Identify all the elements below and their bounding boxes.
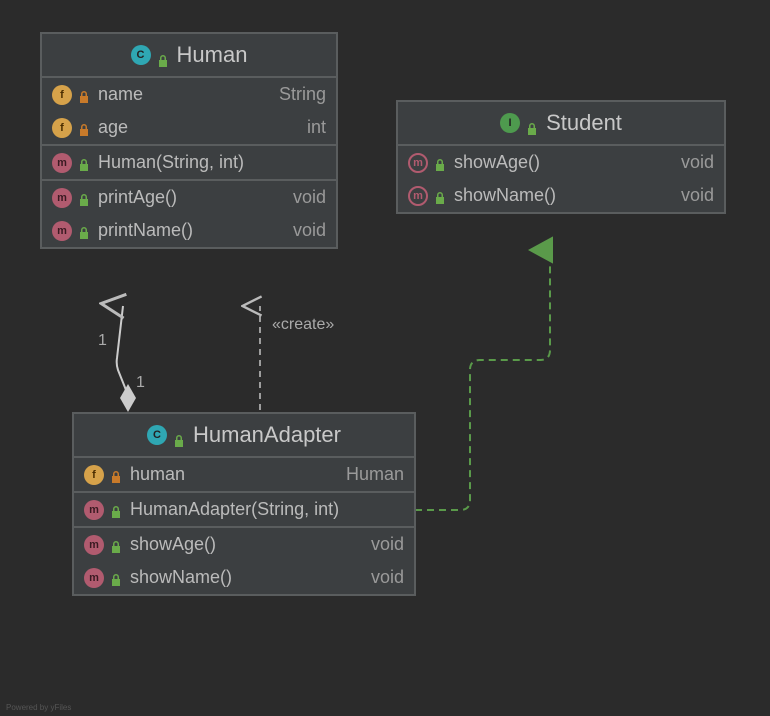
class-humanadapter-constructors: m HumanAdapter(String, int)	[74, 493, 414, 528]
class-icon: C	[131, 45, 151, 65]
lock-icon	[526, 116, 540, 130]
interface-student-header: I Student	[398, 102, 724, 146]
class-humanadapter-title: HumanAdapter	[193, 422, 341, 448]
method-icon: m	[52, 188, 72, 208]
constructor-sig: Human(String, int)	[98, 152, 244, 173]
method-icon: m	[84, 535, 104, 555]
method-row: showAge() void	[398, 146, 724, 179]
method-sig: printName()	[98, 220, 193, 241]
create-stereotype-label: «create»	[272, 316, 334, 334]
constructor-row: m Human(String, int)	[42, 146, 336, 179]
field-icon: f	[84, 465, 104, 485]
abstract-method-icon	[408, 186, 428, 206]
field-name: name	[98, 84, 143, 105]
multiplicity-label: 1	[98, 332, 107, 350]
abstract-method-icon	[408, 153, 428, 173]
lock-icon	[78, 191, 92, 205]
lock-icon	[78, 224, 92, 238]
lock-icon	[78, 121, 92, 135]
constructor-sig: HumanAdapter(String, int)	[130, 499, 339, 520]
lock-icon	[78, 88, 92, 102]
lock-icon	[157, 48, 171, 62]
field-row: f age int	[42, 111, 336, 144]
method-sig: printAge()	[98, 187, 177, 208]
class-humanadapter-fields: f human Human	[74, 458, 414, 493]
interface-icon: I	[500, 113, 520, 133]
method-row: m printAge() void	[42, 181, 336, 214]
method-return: void	[293, 187, 326, 208]
method-sig: showAge()	[454, 152, 540, 173]
field-type: int	[307, 117, 326, 138]
field-type: Human	[346, 464, 404, 485]
class-humanadapter-header: C HumanAdapter	[74, 414, 414, 458]
field-name: human	[130, 464, 185, 485]
method-return: void	[371, 567, 404, 588]
composition-diamond	[120, 384, 136, 412]
field-icon: f	[52, 118, 72, 138]
method-icon: m	[52, 153, 72, 173]
multiplicity-label: 1	[136, 374, 145, 392]
method-return: void	[681, 152, 714, 173]
class-humanadapter-box: C HumanAdapter f human Human m HumanAdap…	[72, 412, 416, 596]
realization-edge	[415, 250, 550, 510]
lock-icon	[434, 189, 448, 203]
class-human-title: Human	[177, 42, 248, 68]
method-return: void	[371, 534, 404, 555]
composition-edge	[117, 306, 128, 395]
method-sig: showName()	[454, 185, 556, 206]
lock-icon	[434, 156, 448, 170]
class-human-fields: f name String f age int	[42, 78, 336, 146]
class-humanadapter-methods: m showAge() void m showName() void	[74, 528, 414, 594]
method-row: m showAge() void	[74, 528, 414, 561]
interface-student-box: I Student showAge() void showName() void	[396, 100, 726, 214]
class-icon: C	[147, 425, 167, 445]
interface-student-title: Student	[546, 110, 622, 136]
method-return: void	[293, 220, 326, 241]
method-sig: showAge()	[130, 534, 216, 555]
lock-icon	[110, 571, 124, 585]
field-row: f human Human	[74, 458, 414, 491]
method-icon: m	[84, 500, 104, 520]
method-sig: showName()	[130, 567, 232, 588]
method-icon: m	[84, 568, 104, 588]
field-icon: f	[52, 85, 72, 105]
lock-icon	[78, 156, 92, 170]
method-icon: m	[52, 221, 72, 241]
lock-icon	[173, 428, 187, 442]
credit-text: Powered by yFiles	[6, 703, 71, 712]
lock-icon	[110, 538, 124, 552]
lock-icon	[110, 468, 124, 482]
field-type: String	[279, 84, 326, 105]
constructor-row: m HumanAdapter(String, int)	[74, 493, 414, 526]
field-row: f name String	[42, 78, 336, 111]
method-return: void	[681, 185, 714, 206]
lock-icon	[110, 503, 124, 517]
class-human-methods: m printAge() void m printName() void	[42, 181, 336, 247]
method-row: m showName() void	[74, 561, 414, 594]
interface-student-methods: showAge() void showName() void	[398, 146, 724, 212]
class-human-header: C Human	[42, 34, 336, 78]
method-row: showName() void	[398, 179, 724, 212]
method-row: m printName() void	[42, 214, 336, 247]
class-human-constructors: m Human(String, int)	[42, 146, 336, 181]
class-human-box: C Human f name String f age int m Human(…	[40, 32, 338, 249]
field-name: age	[98, 117, 128, 138]
